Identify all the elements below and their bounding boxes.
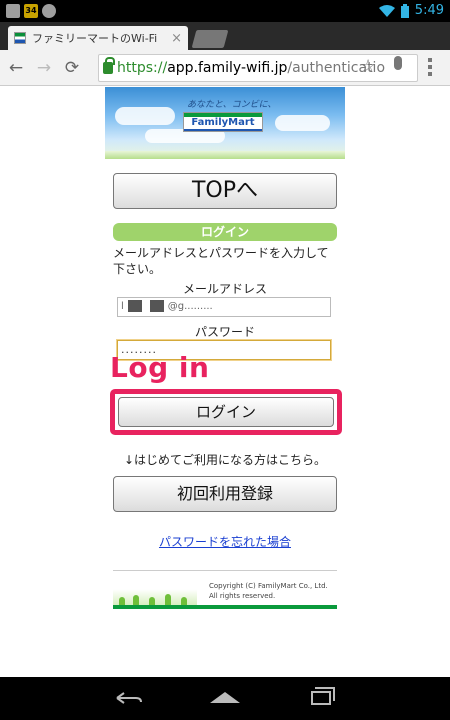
copyright-text: Copyright (C) FamilyMart Co., Ltd. All r… xyxy=(209,581,328,601)
password-label: パスワード xyxy=(194,325,255,339)
email-label: メールアドレス xyxy=(182,282,267,296)
banner-tagline: あなたと、コンビに、 xyxy=(187,100,277,110)
badge-icon: 34 xyxy=(24,4,38,18)
home-nav-icon[interactable] xyxy=(210,689,240,707)
messenger-icon xyxy=(42,4,56,18)
clock: 5:49 xyxy=(414,3,444,18)
login-button[interactable]: ログイン xyxy=(118,397,334,427)
footer-illustration xyxy=(113,579,197,605)
redaction-block xyxy=(149,300,164,312)
url-scheme: https:// xyxy=(117,60,168,76)
overflow-menu-icon[interactable] xyxy=(428,58,432,79)
reload-icon[interactable]: ⟳ xyxy=(58,54,86,82)
url-host: app.family-wifi.jp xyxy=(167,60,288,76)
lock-icon xyxy=(103,57,115,74)
recent-apps-icon[interactable] xyxy=(306,687,336,707)
battery-icon xyxy=(400,3,409,18)
login-instructions: メールアドレスとパスワードを入力して下さい。 xyxy=(113,246,329,276)
forward-icon[interactable]: → xyxy=(30,54,58,82)
familymart-banner: あなたと、コンビに、 FamilyMart xyxy=(105,87,345,157)
email-value-end: @g......... xyxy=(167,301,213,312)
first-time-note: ↓はじめてご利用になる方はこちら。 xyxy=(123,453,327,467)
footer-green-bar xyxy=(113,605,337,609)
forgot-password-link[interactable]: パスワードを忘れた場合 xyxy=(113,533,337,550)
browser-toolbar: ← → ⟳ https://app.family-wifi.jp/authent… xyxy=(0,50,450,86)
log-in-annotation: Log in xyxy=(110,351,210,384)
login-section-header: ログイン xyxy=(113,223,337,241)
email-value-start: l xyxy=(121,301,124,312)
redaction-block xyxy=(127,300,142,312)
browser-tab[interactable]: ファミリーマートのWi-Fi × xyxy=(8,26,188,50)
copyright-line-2: All rights reserved. xyxy=(209,592,276,600)
back-nav-icon[interactable] xyxy=(114,689,144,707)
notification-icons: 34 xyxy=(6,4,56,18)
copyright-line-1: Copyright (C) FamilyMart Co., Ltd. xyxy=(209,582,328,590)
banner-grass xyxy=(105,151,345,159)
logo-text: FamilyMart xyxy=(191,117,255,128)
register-button[interactable]: 初回利用登録 xyxy=(113,476,337,512)
system-nav-bar xyxy=(0,677,450,720)
top-button[interactable]: TOPへ xyxy=(113,173,337,209)
wifi-icon xyxy=(378,4,395,17)
back-icon[interactable]: ← xyxy=(2,54,30,82)
close-tab-icon[interactable]: × xyxy=(171,31,182,46)
familymart-logo: FamilyMart xyxy=(183,112,263,132)
image-icon xyxy=(6,4,20,18)
microphone-icon[interactable] xyxy=(394,56,402,70)
bookmark-star-icon[interactable]: ☆ xyxy=(360,56,376,77)
tab-strip: ファミリーマートのWi-Fi × xyxy=(0,22,450,50)
familymart-favicon-icon xyxy=(14,32,26,44)
new-tab-button[interactable] xyxy=(191,30,229,48)
system-icons: 5:49 xyxy=(378,3,444,18)
email-field[interactable]: l @g......... xyxy=(117,297,331,317)
page-footer: Copyright (C) FamilyMart Co., Ltd. All r… xyxy=(113,570,337,609)
web-page: あなたと、コンビに、 FamilyMart TOPへ ログイン メールアドレスと… xyxy=(0,87,450,677)
status-bar: 34 5:49 xyxy=(0,0,450,22)
tab-title: ファミリーマートのWi-Fi xyxy=(32,32,158,45)
